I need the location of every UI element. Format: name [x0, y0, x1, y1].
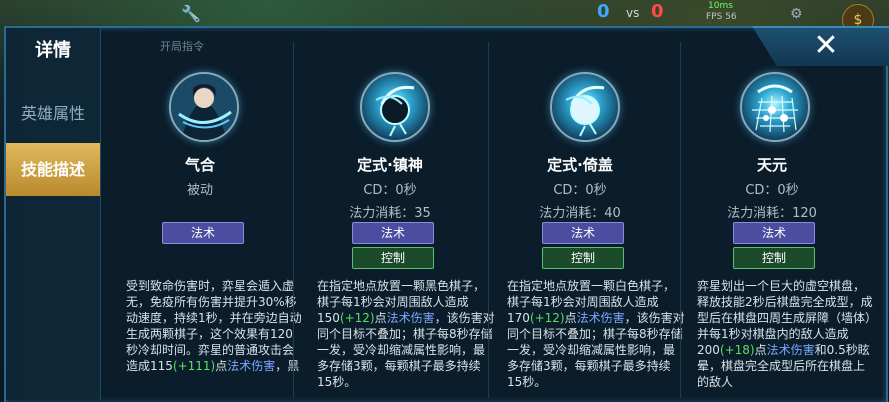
skill-name: 定式·镇神 [357, 156, 423, 174]
blue-team-score: 0 [597, 1, 610, 22]
skill-column-passive: 气合 被动 法术 受到致命伤害时，弈星会遁入虚无，免疫所有伤害并提升30%移动速… [100, 28, 302, 400]
detail-sidebar [6, 28, 101, 400]
go-board-skill-icon [740, 72, 810, 142]
ping-readout: 10ms [708, 1, 733, 11]
vs-label: vs [626, 6, 640, 20]
sidebar-item-hero-attributes[interactable]: 英雄属性 [6, 89, 100, 139]
settings-gear-icon[interactable]: ⚙ [790, 6, 803, 22]
bonus-value: (+12) [529, 311, 565, 325]
damage-type-label: 法术伤害 [386, 311, 435, 325]
white-stone-skill-icon [550, 72, 620, 142]
damage-type-label: 法术伤害 [227, 359, 276, 373]
wrench-icon[interactable]: 🔧 [181, 4, 203, 23]
tag-magic: 法术 [352, 222, 434, 244]
sidebar-title: 详情 [35, 40, 71, 61]
skills-panel: 开局指令 气合 被动 法术 受到致命伤害时，弈星会遁入虚无，免疫所有伤害并提升3… [100, 28, 885, 400]
description-text: 点 [215, 359, 228, 373]
tag-magic: 法术 [162, 222, 244, 244]
skill-description: 在指定地点放置一颗白色棋子，棋子每1秒会对周围敌人造成170(+12)点法术伤害… [507, 278, 685, 390]
skill-cooldown: CD：0秒 [745, 183, 799, 198]
skill-cooldown: CD：0秒 [553, 183, 607, 198]
description-text: 点 [374, 311, 387, 325]
bonus-value: (+18) [719, 343, 755, 357]
tag-control: 控制 [733, 247, 815, 269]
skill-description: 弈星划出一个巨大的虚空棋盘，释放技能2秒后棋盘完全成型，成型后在棋盘四周生成屏障… [697, 278, 875, 390]
skill-mana-cost: 法力消耗：40 [539, 206, 621, 221]
tag-magic: 法术 [733, 222, 815, 244]
column-divider [293, 42, 294, 398]
skill-description: 在指定地点放置一颗黑色棋子，棋子每1秒会对周围敌人造成150(+12)点法术伤害… [317, 278, 495, 390]
red-team-score: 0 [651, 1, 664, 22]
description-text: 点 [564, 311, 577, 325]
damage-type-label: 法术伤害 [576, 311, 625, 325]
skill-column-1: 定式·镇神 CD：0秒 法力消耗：35 法术 控制 在指定地点放置一颗黑色棋子，… [295, 28, 495, 400]
skill-name: 气合 [184, 156, 215, 174]
skill-type-label: 被动 [186, 183, 213, 198]
skill-mana-cost: 法力消耗：120 [727, 206, 817, 221]
hero-portrait-icon [169, 72, 239, 142]
top-hud: 🔧 0 vs 0 10ms FPS 56 ⚙ $ [0, 0, 889, 36]
fps-readout: FPS 56 [706, 12, 737, 22]
skill-column-ultimate: 天元 CD：0秒 法力消耗：120 法术 控制 弈星划出一个巨大的虚空棋盘，释放… [677, 28, 873, 400]
skill-cooldown: CD：0秒 [363, 183, 417, 198]
sidebar-item-skill-description[interactable]: 技能描述 [6, 143, 100, 196]
skill-description: 受到致命伤害时，弈星会遁入虚无，免疫所有伤害并提升30%移动速度，持续1秒，并在… [126, 278, 304, 374]
skill-column-2: 定式·倚盖 CD：0秒 法力消耗：40 法术 控制 在指定地点放置一颗白色棋子，… [485, 28, 685, 400]
bonus-value: (+111) [172, 359, 216, 373]
tag-control: 控制 [542, 247, 624, 269]
damage-type-label: 法术伤害 [766, 343, 815, 357]
skill-mana-cost: 法力消耗：35 [349, 206, 431, 221]
bonus-value: (+12) [339, 311, 375, 325]
skill-name: 定式·倚盖 [547, 156, 613, 174]
tag-magic: 法术 [542, 222, 624, 244]
description-text: 点 [754, 343, 767, 357]
black-stone-skill-icon [360, 72, 430, 142]
tag-control: 控制 [352, 247, 434, 269]
skill-name: 天元 [756, 156, 787, 174]
